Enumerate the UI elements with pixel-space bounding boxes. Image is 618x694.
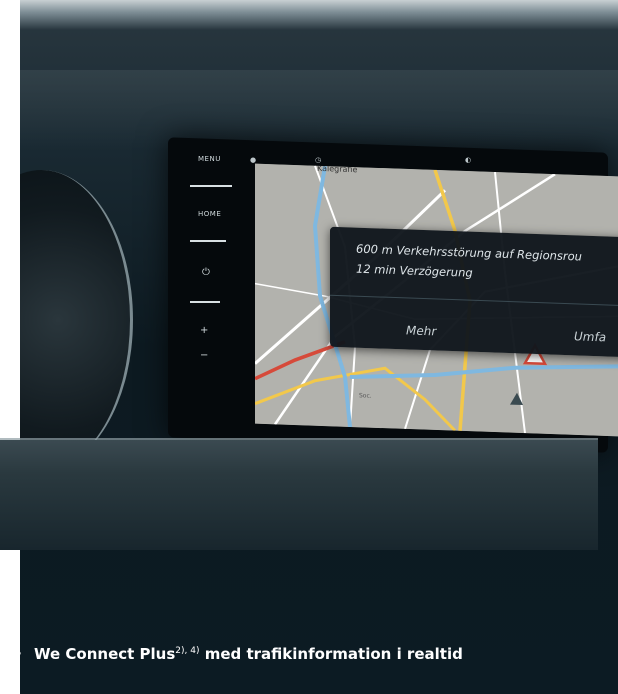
traffic-alert-popup: 600 m Verkehrsstörung auf Regionsrou 12 … bbox=[330, 226, 618, 358]
volume-up-icon[interactable]: + bbox=[200, 325, 208, 336]
more-button[interactable]: Mehr bbox=[406, 323, 436, 338]
clock-icon: ◷ bbox=[315, 156, 322, 164]
windshield-glare bbox=[20, 0, 618, 30]
feature-caption: We Connect Plus2), 4) med trafikinformat… bbox=[34, 644, 463, 664]
detour-button[interactable]: Umfa bbox=[574, 329, 606, 344]
sidebar-divider bbox=[190, 240, 226, 242]
caption-text: med trafikinformation i realtid bbox=[199, 645, 463, 663]
page: ● ◷ ◐ MENU HOME ⏻ + − Kalegrafie Soc. 60… bbox=[0, 0, 618, 694]
dashboard-top bbox=[20, 70, 618, 150]
sidebar-divider bbox=[190, 301, 220, 303]
map-place-label: Soc. bbox=[359, 392, 372, 399]
caption-footnotes: 2), 4) bbox=[175, 646, 200, 656]
screen-sidebar: MENU HOME ⏻ + − bbox=[190, 155, 245, 415]
popup-divider bbox=[330, 294, 618, 307]
white-left-margin bbox=[0, 0, 20, 694]
sidebar-divider bbox=[190, 185, 232, 187]
caption-product: We Connect Plus bbox=[34, 645, 176, 663]
home-label[interactable]: HOME bbox=[198, 210, 221, 218]
alert-delay: 12 min Verzögerung bbox=[356, 261, 473, 280]
signal-icon: ◐ bbox=[465, 156, 472, 164]
volume-down-icon[interactable]: − bbox=[200, 350, 208, 361]
caption-bullet: • bbox=[14, 645, 23, 663]
power-icon[interactable]: ⏻ bbox=[202, 267, 210, 278]
instrument-cluster bbox=[20, 170, 133, 470]
menu-label[interactable]: MENU bbox=[198, 155, 221, 163]
dashboard-lower-panel bbox=[0, 440, 598, 550]
alert-message: 600 m Verkehrsstörung auf Regionsrou bbox=[356, 241, 582, 264]
